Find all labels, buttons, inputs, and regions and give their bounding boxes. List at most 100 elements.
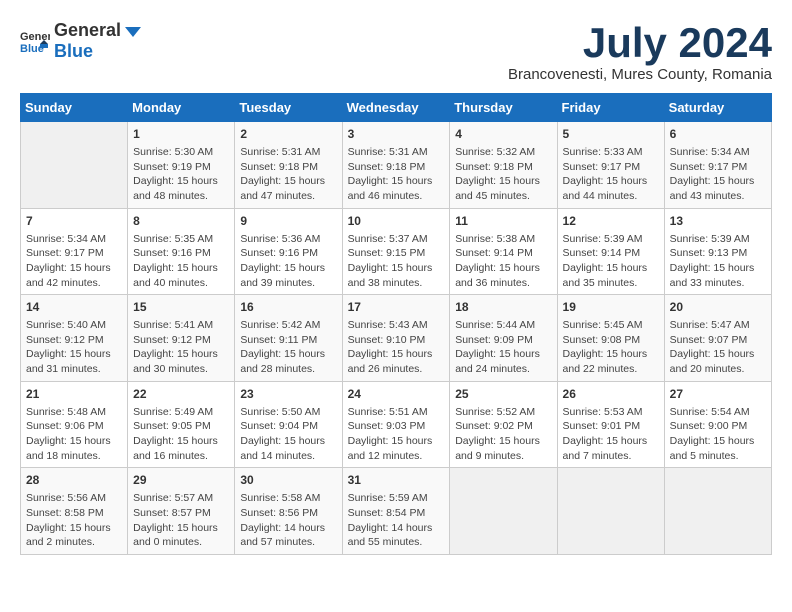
calendar-cell: 13Sunrise: 5:39 AMSunset: 9:13 PMDayligh… bbox=[664, 208, 771, 295]
header-day-wednesday: Wednesday bbox=[342, 94, 450, 122]
day-number: 10 bbox=[348, 213, 445, 230]
calendar-cell: 10 Sunrise: 5:37 AMSunset: 9:15 PMDayligh… bbox=[342, 208, 450, 295]
calendar-cell: 11 Sunrise: 5:38 AMSunset: 9:14 PMDayligh… bbox=[450, 208, 557, 295]
day-number: 7 bbox=[26, 213, 122, 230]
calendar-week-row: 14Sunrise: 5:40 AMSunset: 9:12 PMDayligh… bbox=[21, 295, 772, 382]
day-info: Sunrise: 5:57 AMSunset: 8:57 PMDaylight:… bbox=[133, 491, 229, 550]
day-info: Sunrise: 5:40 AMSunset: 9:12 PMDaylight:… bbox=[26, 318, 122, 377]
day-number: 30 bbox=[240, 472, 336, 489]
day-number: 5 bbox=[563, 126, 659, 143]
day-number: 23 bbox=[240, 386, 336, 403]
month-title: July 2024 bbox=[508, 20, 772, 66]
day-info: Sunrise: 5:42 AMSunset: 9:11 PMDaylight:… bbox=[240, 318, 336, 377]
day-info: Sunrise: 5:50 AMSunset: 9:04 PMDaylight:… bbox=[240, 405, 336, 464]
calendar-cell: 22Sunrise: 5:49 AMSunset: 9:05 PMDayligh… bbox=[128, 381, 235, 468]
day-info: Sunrise: 5:47 AMSunset: 9:07 PMDaylight:… bbox=[670, 318, 766, 377]
calendar-cell: 8 Sunrise: 5:35 AMSunset: 9:16 PMDaylight… bbox=[128, 208, 235, 295]
header-day-sunday: Sunday bbox=[21, 94, 128, 122]
calendar-cell: 5 Sunrise: 5:33 AMSunset: 9:17 PMDaylight… bbox=[557, 122, 664, 209]
day-info: Sunrise: 5:33 AMSunset: 9:17 PMDaylight:… bbox=[563, 145, 659, 204]
header-day-friday: Friday bbox=[557, 94, 664, 122]
day-info: Sunrise: 5:48 AMSunset: 9:06 PMDaylight:… bbox=[26, 405, 122, 464]
day-info: Sunrise: 5:45 AMSunset: 9:08 PMDaylight:… bbox=[563, 318, 659, 377]
day-info: Sunrise: 5:30 AMSunset: 9:19 PMDaylight:… bbox=[133, 145, 229, 204]
calendar-cell: 30 Sunrise: 5:58 AMSunset: 8:56 PMDayligh… bbox=[235, 468, 342, 555]
day-number: 16 bbox=[240, 299, 336, 316]
day-number: 4 bbox=[455, 126, 551, 143]
day-info: Sunrise: 5:59 AMSunset: 8:54 PMDaylight:… bbox=[348, 491, 445, 550]
calendar-cell: 21 Sunrise: 5:48 AMSunset: 9:06 PMDayligh… bbox=[21, 381, 128, 468]
day-info: Sunrise: 5:39 AMSunset: 9:14 PMDaylight:… bbox=[563, 232, 659, 291]
day-number: 19 bbox=[563, 299, 659, 316]
calendar-cell: 3 Sunrise: 5:31 AMSunset: 9:18 PMDaylight… bbox=[342, 122, 450, 209]
calendar-cell: 6Sunrise: 5:34 AMSunset: 9:17 PMDaylight… bbox=[664, 122, 771, 209]
location-subtitle: Brancovenesti, Mures County, Romania bbox=[508, 66, 772, 83]
calendar-cell: 9Sunrise: 5:36 AMSunset: 9:16 PMDaylight… bbox=[235, 208, 342, 295]
day-number: 1 bbox=[133, 126, 229, 143]
calendar-cell: 1 Sunrise: 5:30 AMSunset: 9:19 PMDaylight… bbox=[128, 122, 235, 209]
svg-text:General: General bbox=[20, 31, 50, 43]
title-section: July 2024 Brancovenesti, Mures County, R… bbox=[508, 20, 772, 83]
day-info: Sunrise: 5:43 AMSunset: 9:10 PMDaylight:… bbox=[348, 318, 445, 377]
day-info: Sunrise: 5:56 AMSunset: 8:58 PMDaylight:… bbox=[26, 491, 122, 550]
calendar-week-row: 1 Sunrise: 5:30 AMSunset: 9:19 PMDaylight… bbox=[21, 122, 772, 209]
day-number: 13 bbox=[670, 213, 766, 230]
logo-arrow-icon bbox=[123, 21, 143, 41]
logo-blue-text: Blue bbox=[54, 41, 93, 61]
calendar-week-row: 21 Sunrise: 5:48 AMSunset: 9:06 PMDayligh… bbox=[21, 381, 772, 468]
day-info: Sunrise: 5:35 AMSunset: 9:16 PMDaylight:… bbox=[133, 232, 229, 291]
header-day-thursday: Thursday bbox=[450, 94, 557, 122]
header: General Blue General Blue July 2024 Bran… bbox=[20, 20, 772, 83]
day-info: Sunrise: 5:41 AMSunset: 9:12 PMDaylight:… bbox=[133, 318, 229, 377]
day-info: Sunrise: 5:36 AMSunset: 9:16 PMDaylight:… bbox=[240, 232, 336, 291]
day-info: Sunrise: 5:38 AMSunset: 9:14 PMDaylight:… bbox=[455, 232, 551, 291]
calendar-cell: 29Sunrise: 5:57 AMSunset: 8:57 PMDayligh… bbox=[128, 468, 235, 555]
day-number: 3 bbox=[348, 126, 445, 143]
day-number: 21 bbox=[26, 386, 122, 403]
day-number: 25 bbox=[455, 386, 551, 403]
day-number: 27 bbox=[670, 386, 766, 403]
day-number: 24 bbox=[348, 386, 445, 403]
day-number: 28 bbox=[26, 472, 122, 489]
svg-text:Blue: Blue bbox=[20, 43, 44, 55]
calendar-week-row: 7Sunrise: 5:34 AMSunset: 9:17 PMDaylight… bbox=[21, 208, 772, 295]
calendar-cell: 2Sunrise: 5:31 AMSunset: 9:18 PMDaylight… bbox=[235, 122, 342, 209]
calendar-cell: 17 Sunrise: 5:43 AMSunset: 9:10 PMDayligh… bbox=[342, 295, 450, 382]
calendar-cell: 26Sunrise: 5:53 AMSunset: 9:01 PMDayligh… bbox=[557, 381, 664, 468]
day-info: Sunrise: 5:52 AMSunset: 9:02 PMDaylight:… bbox=[455, 405, 551, 464]
logo-icon: General Blue bbox=[20, 26, 50, 56]
day-number: 2 bbox=[240, 126, 336, 143]
calendar-cell: 28 Sunrise: 5:56 AMSunset: 8:58 PMDayligh… bbox=[21, 468, 128, 555]
day-info: Sunrise: 5:58 AMSunset: 8:56 PMDaylight:… bbox=[240, 491, 336, 550]
calendar-cell: 27 Sunrise: 5:54 AMSunset: 9:00 PMDayligh… bbox=[664, 381, 771, 468]
day-info: Sunrise: 5:32 AMSunset: 9:18 PMDaylight:… bbox=[455, 145, 551, 204]
calendar-cell bbox=[664, 468, 771, 555]
day-number: 8 bbox=[133, 213, 229, 230]
calendar-cell: 24Sunrise: 5:51 AMSunset: 9:03 PMDayligh… bbox=[342, 381, 450, 468]
calendar-cell bbox=[450, 468, 557, 555]
calendar-cell: 20 Sunrise: 5:47 AMSunset: 9:07 PMDayligh… bbox=[664, 295, 771, 382]
day-info: Sunrise: 5:37 AMSunset: 9:15 PMDaylight:… bbox=[348, 232, 445, 291]
day-number: 15 bbox=[133, 299, 229, 316]
day-number: 26 bbox=[563, 386, 659, 403]
calendar-cell bbox=[21, 122, 128, 209]
day-number: 20 bbox=[670, 299, 766, 316]
calendar-cell: 18Sunrise: 5:44 AMSunset: 9:09 PMDayligh… bbox=[450, 295, 557, 382]
day-number: 17 bbox=[348, 299, 445, 316]
calendar-cell: 7Sunrise: 5:34 AMSunset: 9:17 PMDaylight… bbox=[21, 208, 128, 295]
calendar-cell bbox=[557, 468, 664, 555]
day-info: Sunrise: 5:31 AMSunset: 9:18 PMDaylight:… bbox=[348, 145, 445, 204]
header-day-tuesday: Tuesday bbox=[235, 94, 342, 122]
calendar-header-row: SundayMondayTuesdayWednesdayThursdayFrid… bbox=[21, 94, 772, 122]
day-number: 22 bbox=[133, 386, 229, 403]
calendar-cell: 14Sunrise: 5:40 AMSunset: 9:12 PMDayligh… bbox=[21, 295, 128, 382]
logo-general-text: General bbox=[54, 20, 121, 41]
calendar-cell: 16 Sunrise: 5:42 AMSunset: 9:11 PMDayligh… bbox=[235, 295, 342, 382]
calendar-cell: 12Sunrise: 5:39 AMSunset: 9:14 PMDayligh… bbox=[557, 208, 664, 295]
calendar-cell: 31Sunrise: 5:59 AMSunset: 8:54 PMDayligh… bbox=[342, 468, 450, 555]
calendar-cell: 19 Sunrise: 5:45 AMSunset: 9:08 PMDayligh… bbox=[557, 295, 664, 382]
day-info: Sunrise: 5:54 AMSunset: 9:00 PMDaylight:… bbox=[670, 405, 766, 464]
day-number: 11 bbox=[455, 213, 551, 230]
header-day-monday: Monday bbox=[128, 94, 235, 122]
logo: General Blue General Blue bbox=[20, 20, 143, 62]
